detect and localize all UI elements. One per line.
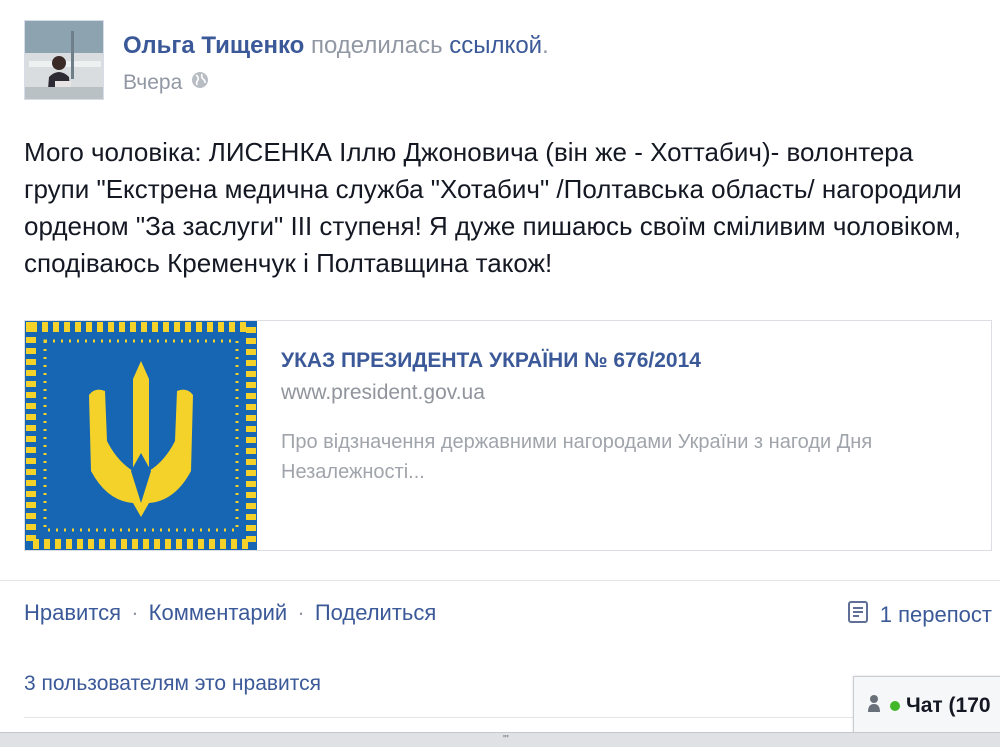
globe-icon[interactable]	[190, 70, 210, 96]
like-button[interactable]: Нравится	[24, 600, 121, 625]
author-avatar[interactable]	[24, 20, 104, 100]
scrollbar-grip[interactable]: '''	[503, 734, 509, 745]
likes-summary[interactable]: 3 пользователям это нравится	[24, 672, 321, 696]
reposts-count[interactable]: 1 перепост	[880, 602, 992, 628]
reposts-link[interactable]: 1 перепост	[846, 600, 992, 630]
avatar-photo	[25, 21, 103, 99]
chat-tab[interactable]: Чат (170	[853, 676, 1000, 736]
post-text: Мого чоловіка: ЛИСЕНКА Іллю Джоновича (в…	[24, 137, 962, 278]
divider	[0, 580, 1000, 581]
action-text: поделилась	[310, 32, 443, 59]
link-preview[interactable]: УКАЗ ПРЕЗИДЕНТА УКРАЇНИ № 676/2014 www.p…	[24, 320, 992, 551]
separator: ·	[131, 600, 139, 625]
separator: ·	[297, 600, 305, 625]
chat-label[interactable]: Чат (170	[906, 694, 991, 718]
share-button[interactable]: Поделиться	[315, 600, 436, 625]
post-meta: Вчера	[123, 70, 210, 96]
post-card: Ольга Тищенко поделилась ссылкой. Вчера …	[0, 0, 1000, 746]
link-domain: www.president.gov.ua	[281, 381, 485, 404]
online-status-dot	[890, 701, 900, 711]
repost-icon	[846, 600, 870, 630]
comment-button[interactable]: Комментарий	[149, 600, 288, 625]
post-header: Ольга Тищенко поделилась ссылкой.	[123, 30, 549, 62]
bottom-scrollbar[interactable]: '''	[0, 732, 1000, 747]
post-actions: Нравится · Комментарий · Поделиться	[24, 600, 436, 626]
link-description: Про відзначення державними нагородами Ук…	[281, 431, 873, 483]
coat-of-arms-image[interactable]	[25, 321, 257, 550]
friends-icon	[868, 694, 884, 718]
post-time[interactable]: Вчера	[123, 71, 182, 95]
action-period: .	[542, 32, 549, 59]
author-name[interactable]: Ольга Тищенко	[123, 32, 304, 59]
action-link[interactable]: ссылкой	[449, 32, 542, 59]
link-title[interactable]: УКАЗ ПРЕЗИДЕНТА УКРАЇНИ № 676/2014	[281, 349, 701, 373]
